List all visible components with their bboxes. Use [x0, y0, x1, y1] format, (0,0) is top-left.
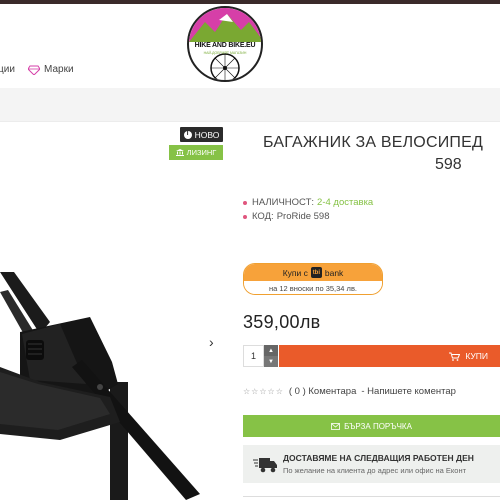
buy-button[interactable]: КУПИ — [279, 345, 500, 367]
product-title: БАГАЖНИК ЗА ВЕЛОСИПЕД — [263, 134, 484, 151]
code-label: КОД: — [252, 211, 274, 222]
site-logo[interactable]: HIKE AND BIKE.EU НАЙ-ДОБРИЯТ МАГАЗИН — [187, 6, 263, 82]
breadcrumb-band — [0, 88, 500, 122]
nav-item-promotions[interactable]: ции — [0, 64, 15, 75]
delivery-title: ДОСТАВЯМЕ НА СЛЕДВАЩИЯ РАБОТЕН ДЕН — [283, 453, 474, 463]
quick-order-button[interactable]: БЪРЗА ПОРЪЧКА — [243, 415, 500, 437]
availability-value: 2-4 доставка — [317, 197, 374, 208]
bank-buy-with: Купи с — [282, 267, 308, 278]
product-price: 359,00лв — [243, 312, 321, 332]
buy-button-label: КУПИ — [465, 351, 488, 361]
code-value: ProRide 598 — [276, 211, 330, 222]
product-image[interactable] — [0, 122, 232, 500]
badge-leasing: ЛИЗИНГ — [169, 145, 223, 160]
rating-stars[interactable]: ☆☆☆☆☆ — [243, 387, 284, 396]
product-title-number: 598 — [435, 156, 462, 173]
quick-order-label: БЪРЗА ПОРЪЧКА — [344, 421, 412, 431]
delivery-info: ДОСТАВЯМЕ НА СЛЕДВАЩИЯ РАБОТЕН ДЕН По же… — [243, 445, 500, 483]
bullet-icon — [243, 214, 247, 219]
cart-icon — [449, 352, 461, 361]
chevron-right-icon[interactable]: › — [209, 334, 214, 350]
nav-item-brands[interactable]: Марки — [28, 64, 74, 75]
bank-name: bank — [324, 267, 344, 278]
rating-row: ☆☆☆☆☆ ( 0 ) Коментара - Напишете комента… — [243, 386, 456, 397]
bank-installments: на 12 вноски по 35,34 лв. — [244, 281, 382, 294]
truck-icon — [253, 458, 277, 473]
mail-icon — [331, 422, 340, 430]
nav-item-label: ции — [0, 64, 15, 75]
nav-item-label: Марки — [44, 64, 74, 75]
bank-icon — [175, 149, 184, 156]
availability-row: НАЛИЧНОСТ: 2-4 доставка — [243, 197, 373, 208]
info-icon — [183, 130, 192, 139]
availability-label: НАЛИЧНОСТ: — [252, 197, 315, 208]
tbi-logo-icon: tbi — [310, 267, 322, 278]
badge-new: НОВО — [180, 127, 223, 142]
quantity-increase-button[interactable]: ▲ — [264, 345, 278, 356]
badge-new-label: НОВО — [194, 129, 220, 140]
badge-leasing-label: ЛИЗИНГ — [186, 148, 217, 157]
comments-count[interactable]: ( 0 ) Коментара — [289, 386, 357, 397]
bike-carrier-image — [0, 272, 200, 500]
code-row: КОД: ProRide 598 — [243, 211, 330, 222]
top-bar — [0, 0, 500, 4]
quantity-input[interactable]: 1 — [243, 345, 264, 367]
bullet-icon — [243, 200, 247, 205]
tbi-bank-financing[interactable]: Купи с tbi bank на 12 вноски по 35,34 лв… — [243, 263, 383, 295]
logo-subtitle: НАЙ-ДОБРИЯТ МАГАЗИН — [203, 51, 247, 55]
write-comment-link[interactable]: - Напишете коментар — [361, 386, 456, 397]
logo-title: HIKE AND BIKE.EU — [194, 42, 256, 49]
quantity-decrease-button[interactable]: ▼ — [264, 356, 278, 367]
delivery-subtitle: По желание на клиента до адрес или офис … — [283, 466, 467, 475]
divider — [243, 496, 500, 497]
bank-header: Купи с tbi bank — [244, 264, 382, 281]
diamond-icon — [28, 65, 40, 75]
